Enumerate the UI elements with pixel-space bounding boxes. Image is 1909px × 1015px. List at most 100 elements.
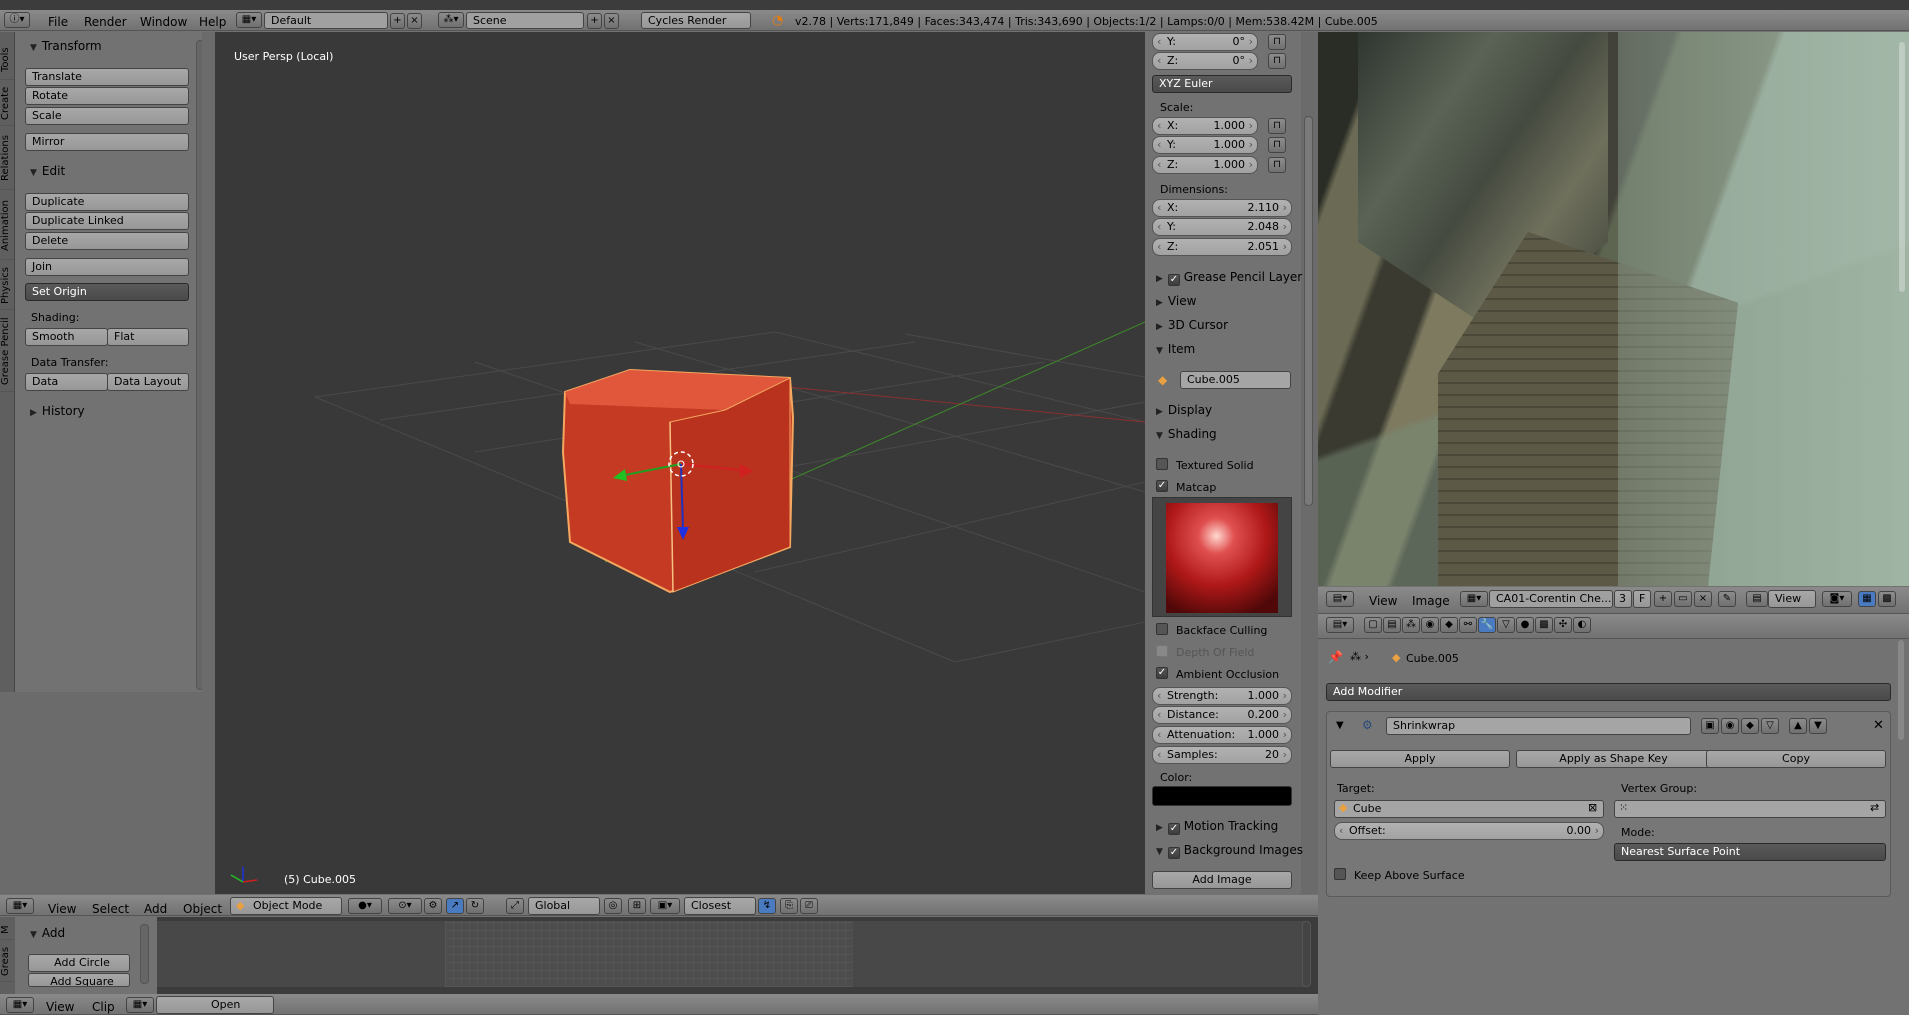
menu-clip-view[interactable]: View (46, 1000, 74, 1014)
menu-image[interactable]: Image (1412, 594, 1450, 608)
clip-browse-icon[interactable]: ▦▾ (126, 997, 154, 1013)
snap-target-select[interactable]: Closest (684, 897, 756, 915)
data-layout-button[interactable]: Data Layout (107, 373, 189, 391)
panel-view[interactable]: ▶ View (1156, 294, 1196, 308)
panel-add-header[interactable]: ▼ Add (30, 926, 65, 940)
image-checker-icon[interactable]: ▩ (1878, 591, 1896, 607)
smooth-button[interactable]: Smooth (25, 328, 108, 346)
pin-icon[interactable]: 📌 (1328, 650, 1343, 664)
material-context-icon[interactable]: ● (1516, 617, 1534, 633)
editor-type-clip-icon[interactable]: ▦▾ (6, 997, 34, 1013)
panel-history-header[interactable]: ▶ History (30, 404, 85, 418)
world-context-icon[interactable]: ◉ (1421, 617, 1439, 633)
item-name-field[interactable]: Cube.005 (1180, 371, 1291, 389)
duplicate-linked-button[interactable]: Duplicate Linked (25, 212, 189, 230)
transform-orientation-select[interactable]: Global (528, 897, 600, 915)
render-layers-context-icon[interactable]: ▤ (1383, 617, 1401, 633)
ao-samples-field[interactable]: Samples:20 (1152, 746, 1292, 764)
add-image-button[interactable]: Add Image (1152, 871, 1292, 889)
data-button[interactable]: Data (25, 373, 108, 391)
menu-image-view[interactable]: View (1369, 594, 1397, 608)
ao-color-swatch[interactable] (1152, 786, 1292, 806)
image-editor-scrollbar[interactable] (1899, 42, 1905, 292)
modifier-render-icon[interactable]: ▣ (1701, 718, 1719, 734)
panel-3d-cursor[interactable]: ▶ 3D Cursor (1156, 318, 1228, 332)
image-browse-icon[interactable]: ▦▾ (1460, 591, 1488, 607)
image-view-mode-icon[interactable]: ▤ (1746, 591, 1768, 607)
target-field[interactable]: Cube (1334, 800, 1604, 818)
keep-above-surface-checkbox[interactable] (1334, 868, 1346, 880)
dimension-z-field[interactable]: Z:2.051 (1152, 238, 1292, 256)
lock-scale-x-icon[interactable]: ⊓ (1268, 118, 1286, 134)
join-button[interactable]: Join (25, 258, 189, 276)
scale-manipulator-icon[interactable]: ⤢ (506, 898, 524, 914)
menu-render[interactable]: Render (84, 15, 127, 29)
image-alpha-icon[interactable]: ▦ (1858, 591, 1876, 607)
matcap-preview[interactable] (1152, 497, 1292, 617)
modifier-editmode-icon[interactable]: ◆ (1741, 718, 1759, 734)
tab-relations[interactable]: Relations (0, 128, 14, 190)
layer-icon[interactable]: ◎ (604, 898, 622, 914)
menu-file[interactable]: File (48, 15, 68, 29)
rotate-button[interactable]: Rotate (25, 87, 189, 105)
editor-type-3d-icon[interactable]: ▦▾ (6, 898, 34, 914)
tab-clip-grease[interactable]: Greas (0, 942, 14, 982)
delete-button[interactable]: Delete (25, 232, 189, 250)
image-pin-icon[interactable]: ✎ (1718, 591, 1736, 607)
texture-context-icon[interactable]: ▩ (1535, 617, 1553, 633)
tab-physics[interactable]: Physics (0, 262, 14, 310)
move-up-icon[interactable]: ▲ (1789, 718, 1807, 734)
add-circle-button[interactable]: Add Circle (28, 954, 130, 972)
modifier-name-field[interactable]: Shrinkwrap (1386, 717, 1691, 735)
scale-z-field[interactable]: Z:1.000 (1152, 156, 1258, 174)
object-context-icon[interactable]: ◆ (1440, 617, 1458, 633)
panel-edit-header[interactable]: ▼ Edit (30, 164, 65, 178)
menu-help[interactable]: Help (199, 15, 226, 29)
collapse-modifier-icon[interactable]: ▼ (1336, 720, 1344, 731)
pivot-point-icon[interactable]: ⊙▾ (388, 898, 422, 914)
tab-grease-pencil[interactable]: Grease Pencil (0, 312, 14, 392)
unlink-image-icon[interactable]: × (1694, 591, 1712, 607)
panel-transform-header[interactable]: ▼ Transform (30, 39, 102, 53)
lock-scale-z-icon[interactable]: ⊓ (1268, 157, 1286, 173)
dimension-y-field[interactable]: Y:2.048 (1152, 218, 1292, 236)
3d-viewport[interactable] (215, 32, 1145, 894)
set-origin-select[interactable]: Set Origin (25, 283, 189, 301)
data-context-icon[interactable]: ▽ (1497, 617, 1515, 633)
ao-strength-field[interactable]: Strength:1.000 (1152, 687, 1292, 705)
vertex-group-field[interactable] (1614, 800, 1886, 818)
viewport-shading-icon[interactable]: ●▾ (348, 898, 382, 914)
image-view-select[interactable]: View (1768, 590, 1816, 608)
editor-type-properties-icon[interactable]: ▤▾ (1326, 617, 1354, 633)
delete-scene-icon[interactable]: × (604, 13, 619, 29)
add-square-button[interactable]: Add Square (28, 973, 130, 987)
image-display-icon[interactable]: ◙▾ (1822, 591, 1852, 607)
panel-grease-pencil-layers[interactable]: ▶ ✓ Grease Pencil Layer (1156, 270, 1302, 286)
mode-select[interactable]: Object Mode (230, 897, 342, 915)
flat-button[interactable]: Flat (107, 328, 189, 346)
tab-clip-m[interactable]: M (0, 920, 14, 940)
ao-attenuation-field[interactable]: Attenuation:1.000 (1152, 726, 1292, 744)
scene-field[interactable]: Scene (466, 12, 584, 29)
align-rotation-icon[interactable]: ↯ (758, 898, 776, 914)
open-clip-button[interactable]: Open (156, 996, 274, 1014)
menu-window[interactable]: Window (140, 15, 187, 29)
offset-field[interactable]: Offset:0.00 (1334, 822, 1604, 840)
clear-target-icon[interactable]: ⊠ (1588, 801, 1597, 814)
delete-layout-icon[interactable]: × (407, 13, 422, 29)
clip-scrollbar[interactable] (1302, 921, 1311, 987)
add-modifier-select[interactable]: Add Modifier (1326, 683, 1891, 701)
modifier-cage-icon[interactable]: ▽ (1761, 718, 1779, 734)
cube-object[interactable] (561, 368, 795, 594)
image-users-count[interactable]: 3 (1614, 590, 1632, 608)
matcap-checkbox[interactable]: ✓ (1156, 480, 1168, 492)
move-down-icon[interactable]: ▼ (1809, 718, 1827, 734)
panel-shading[interactable]: ▼ Shading (1156, 427, 1217, 441)
scene-context-icon[interactable]: ⁂ (1402, 617, 1420, 633)
dimension-x-field[interactable]: X:2.110 (1152, 199, 1292, 217)
backface-culling-checkbox[interactable] (1156, 623, 1168, 635)
panel-motion-tracking[interactable]: ▶ ✓ Motion Tracking (1156, 819, 1278, 835)
tab-animation[interactable]: Animation (0, 192, 14, 260)
modifiers-context-icon[interactable]: 🔧 (1478, 617, 1496, 633)
image-editor[interactable] (1318, 32, 1909, 586)
